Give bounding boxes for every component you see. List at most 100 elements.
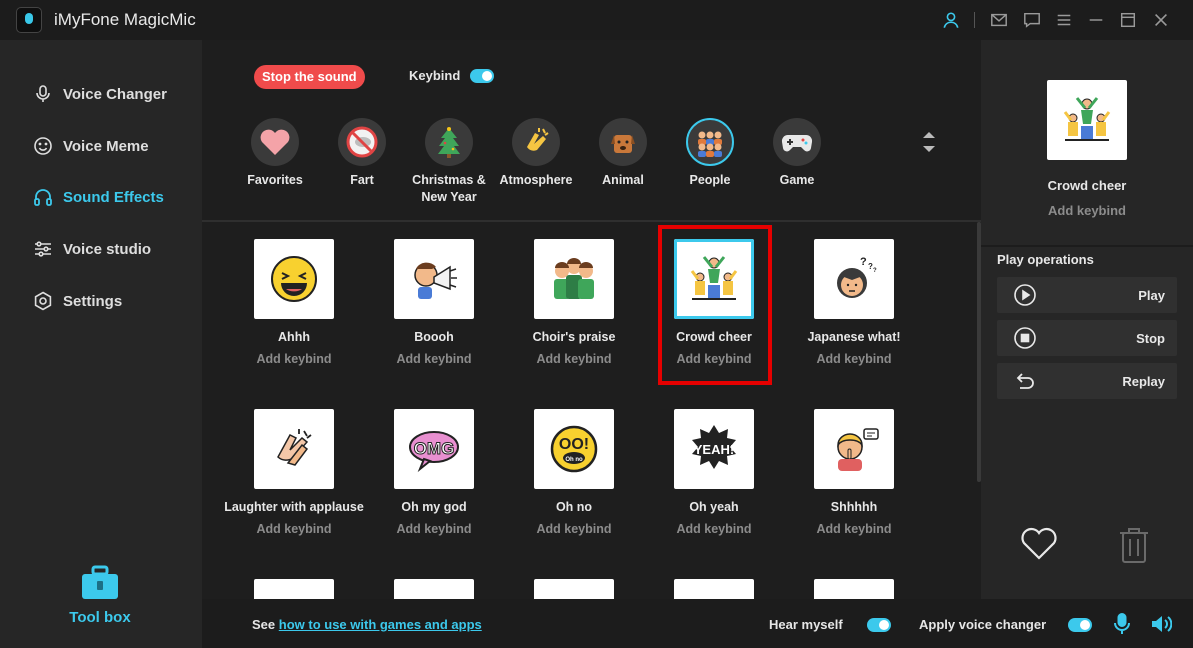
category-animal[interactable]: Animal (579, 118, 667, 189)
sidebar-item-label: Sound Effects (63, 188, 164, 206)
how-to-use-link[interactable]: how to use with games and apps (279, 617, 482, 632)
stop-button[interactable]: Stop (997, 320, 1177, 356)
sound-card-partial[interactable] (784, 579, 924, 599)
sound-card-partial[interactable] (504, 579, 644, 599)
category-scroll-arrows[interactable] (920, 128, 938, 156)
sound-card-ahhh[interactable]: Ahhh Add keybind (224, 239, 364, 366)
sidebar-item-settings[interactable]: Settings (33, 289, 122, 313)
gamepad-icon (781, 134, 813, 152)
selection-highlight-box (658, 225, 772, 385)
megaphone-man-icon (414, 262, 457, 299)
dog-icon (611, 135, 635, 153)
user-icon[interactable] (941, 10, 961, 30)
sidebar-item-label: Voice Meme (63, 137, 149, 155)
add-keybind-link[interactable]: Add keybind (784, 522, 924, 536)
sound-grid: Ahhh Add keybind Boooh Add keybind Choir… (202, 222, 972, 599)
category-label: People (689, 173, 731, 187)
category-label: Favorites (247, 173, 303, 187)
svg-text:OMG: OMG (414, 439, 455, 458)
svg-text:Oh no: Oh no (565, 457, 583, 463)
speaker-icon[interactable] (1150, 614, 1172, 634)
add-keybind-link[interactable]: Add keybind (504, 352, 644, 366)
add-keybind-link[interactable]: Add keybind (224, 352, 364, 366)
selected-add-keybind[interactable]: Add keybind (981, 203, 1193, 218)
sidebar: Voice Changer Voice Meme Sound Effects V… (0, 40, 202, 648)
maximize-icon[interactable] (1118, 10, 1138, 30)
toolbox-button[interactable]: Tool box (60, 565, 140, 626)
category-favorites[interactable]: Favorites (231, 118, 319, 189)
yeah-burst-icon: YEAH! (692, 425, 736, 469)
category-people[interactable]: People (666, 118, 754, 189)
close-icon[interactable] (1151, 10, 1171, 30)
trash-icon[interactable] (1117, 526, 1151, 564)
app-title: iMyFone MagicMic (54, 10, 196, 29)
play-button[interactable]: Play (997, 277, 1177, 313)
mail-icon[interactable] (989, 10, 1009, 30)
svg-text:?: ? (873, 268, 877, 274)
confused-girl-icon: ??? (837, 256, 877, 298)
sound-name: Ahhh (278, 330, 310, 344)
menu-icon[interactable] (1054, 10, 1074, 30)
app-window: iMyFone MagicMic Voice Changer Voice Mem… (0, 0, 1193, 648)
gear-icon (34, 291, 52, 311)
add-keybind-link[interactable]: Add keybind (364, 352, 504, 366)
sound-card-oh-my-god[interactable]: OMG Oh my god Add keybind (364, 409, 504, 536)
microphone-icon (36, 85, 50, 102)
sound-name: Shhhhh (830, 500, 878, 514)
sound-card-partial[interactable] (644, 579, 784, 599)
svg-text:?: ? (860, 256, 867, 268)
add-keybind-link[interactable]: Add keybind (364, 522, 504, 536)
christmas-tree-icon (438, 127, 460, 158)
crowd-cheer-icon (1063, 97, 1111, 141)
add-keybind-link[interactable]: Add keybind (784, 352, 924, 366)
microphone-icon[interactable] (1113, 613, 1131, 635)
sound-card-laughter-with-applause[interactable]: Laughter with applause Add keybind (224, 409, 364, 536)
sidebar-item-voice-meme[interactable]: Voice Meme (33, 134, 149, 158)
sound-card-japanese-what[interactable]: ??? Japanese what! Add keybind (784, 239, 924, 366)
hear-myself-toggle[interactable] (867, 618, 891, 632)
omg-bubble-icon: OMG (409, 431, 459, 473)
sidebar-item-label: Voice Changer (63, 85, 167, 103)
shush-girl-icon (837, 428, 879, 471)
sidebar-item-voice-changer[interactable]: Voice Changer (33, 82, 167, 106)
sound-name: Choir's praise (532, 330, 616, 344)
minimize-icon[interactable] (1086, 10, 1106, 30)
category-atmosphere[interactable]: Atmosphere (492, 118, 580, 189)
sound-name: Oh no (555, 500, 593, 514)
add-keybind-link[interactable]: Add keybind (224, 522, 364, 536)
toolbox-label: Tool box (69, 609, 131, 626)
right-panel-separator (981, 245, 1193, 247)
category-game[interactable]: Game (753, 118, 841, 189)
chat-icon[interactable] (1022, 10, 1042, 30)
sound-name: Japanese what! (807, 330, 901, 344)
sound-card-partial[interactable] (364, 579, 504, 599)
headphones-icon (34, 189, 52, 206)
apply-voice-changer-toggle[interactable] (1068, 618, 1092, 632)
sidebar-item-sound-effects[interactable]: Sound Effects (33, 185, 164, 209)
sound-card-shhhhh[interactable]: Shhhhh Add keybind (784, 409, 924, 536)
sidebar-item-label: Settings (63, 292, 123, 310)
add-keybind-link[interactable]: Add keybind (504, 522, 644, 536)
favorite-heart-icon[interactable] (1019, 525, 1059, 561)
add-keybind-link[interactable]: Add keybind (644, 522, 784, 536)
sound-name: Oh yeah (689, 500, 739, 514)
category-christmas[interactable]: Christmas & New Year (405, 118, 493, 206)
stop-sound-button[interactable]: Stop the sound (254, 65, 365, 89)
keybind-toggle[interactable] (470, 69, 494, 83)
sound-card-partial[interactable] (224, 579, 364, 599)
replay-icon (1016, 373, 1034, 389)
category-fart[interactable]: Fart (318, 118, 406, 189)
sound-card-choirs-praise[interactable]: Choir's praise Add keybind (504, 239, 644, 366)
apply-voice-changer-label: Apply voice changer (919, 617, 1047, 632)
selected-sound-preview (1047, 80, 1127, 160)
sidebar-item-voice-studio[interactable]: Voice studio (33, 237, 151, 261)
sound-card-boooh[interactable]: Boooh Add keybind (364, 239, 504, 366)
title-bar: iMyFone MagicMic (0, 0, 1193, 40)
replay-button[interactable]: Replay (997, 363, 1177, 399)
sidebar-item-label: Voice studio (63, 240, 152, 258)
svg-text:YEAH!: YEAH! (694, 442, 734, 457)
sound-card-oh-no[interactable]: OO! Oh no Oh no Add keybind (504, 409, 644, 536)
sound-card-oh-yeah[interactable]: YEAH! Oh yeah Add keybind (644, 409, 784, 536)
sound-name: Laughter with applause (224, 500, 364, 514)
fart-icon (346, 126, 378, 158)
